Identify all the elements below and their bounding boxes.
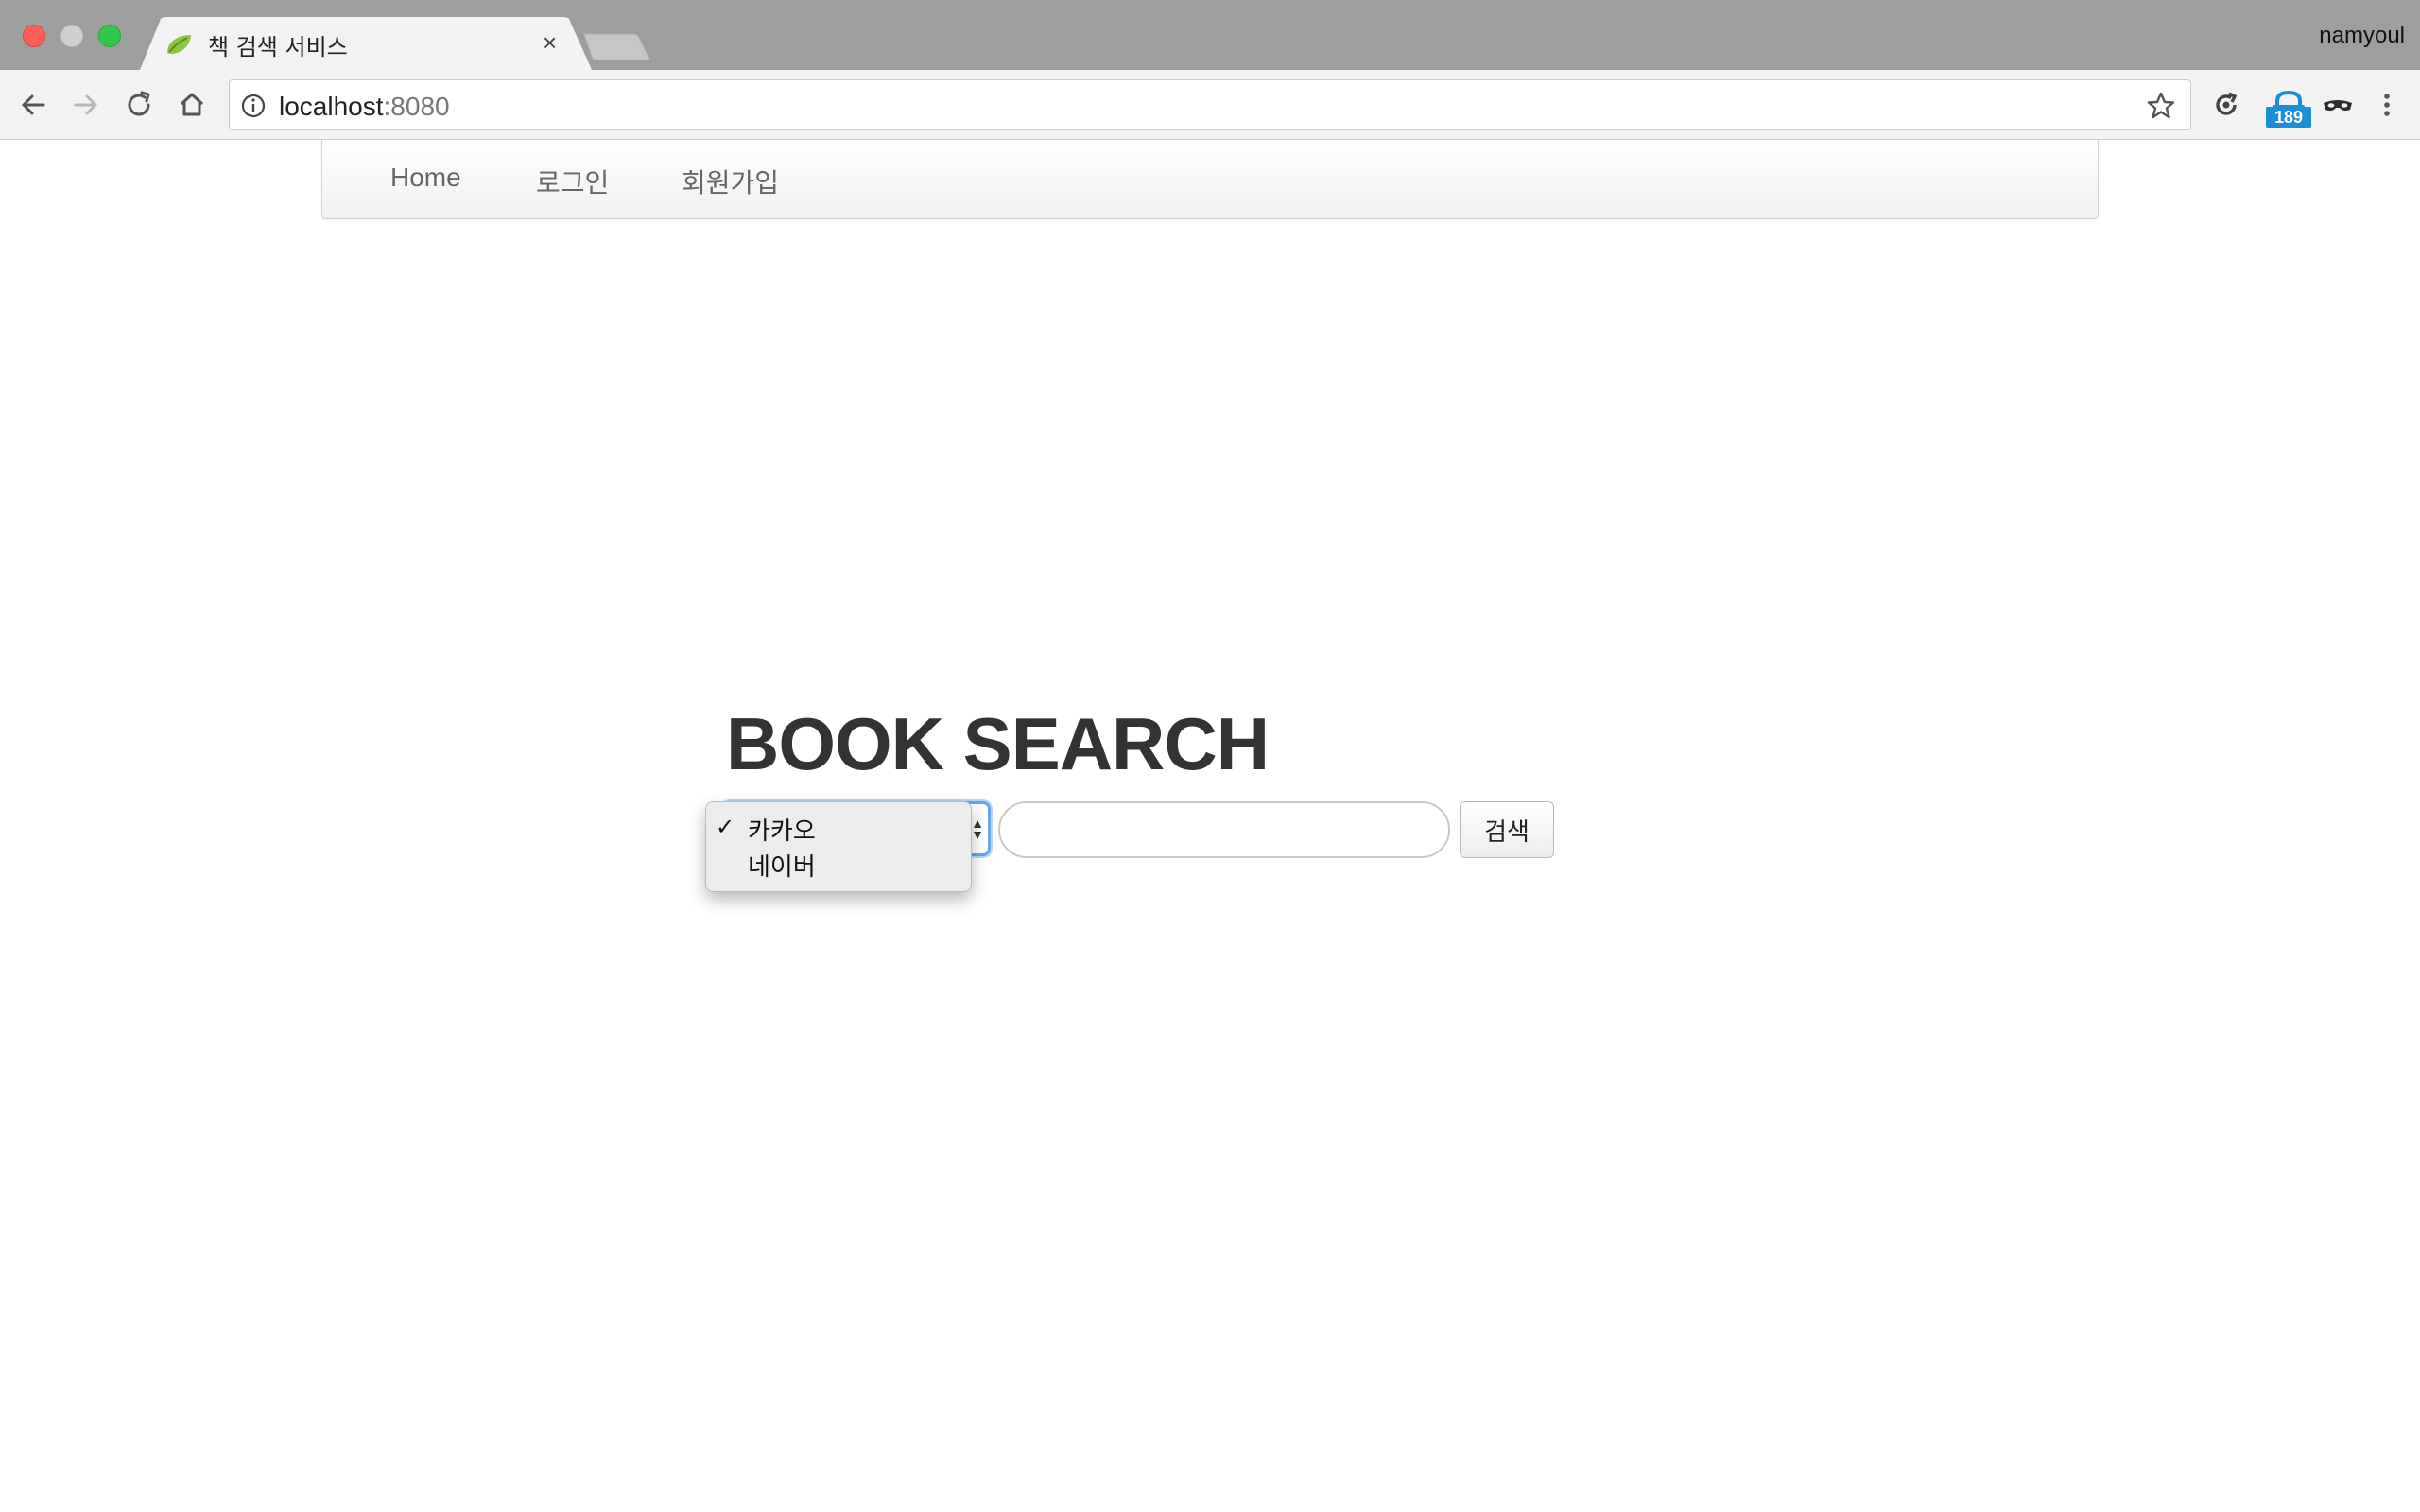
nav-signup-link[interactable]: 회원가입 [682,163,779,200]
search-input[interactable] [998,801,1450,858]
reload-icon[interactable] [121,87,157,123]
dropdown-option-kakao[interactable]: 카카오 [748,812,816,847]
window-close-button[interactable] [23,25,45,47]
url-port: :8080 [383,92,450,121]
checkmark-icon: ✓ [716,814,735,840]
nav-login-link[interactable]: 로그인 [536,163,609,200]
back-arrow-icon[interactable] [15,87,51,123]
select-arrows-icon: ▲ ▼ [971,816,984,842]
browser-toolbar: localhost:8080 [0,70,2420,140]
forward-arrow-icon[interactable] [68,87,104,123]
dropdown-option-naver[interactable]: 네이버 [748,848,816,883]
bookmark-star-icon[interactable] [2145,90,2177,122]
search-button[interactable]: 검색 [1460,801,1554,858]
search-source-dropdown: ✓ 카카오 네이버 [705,801,972,892]
browser-titlebar: 책 검색 서비스 × namyoul [0,0,2420,70]
url-host: localhost [279,92,384,121]
new-tab-button[interactable] [584,32,650,60]
home-icon[interactable] [174,87,210,123]
window-maximize-button[interactable] [98,25,121,47]
tab-close-icon[interactable]: × [543,28,557,57]
site-navbar: Home 로그인 회원가입 [321,140,2099,219]
address-bar[interactable]: localhost:8080 [229,79,2191,130]
incognito-mask-icon[interactable] [2320,87,2356,123]
browser-menu-icon[interactable] [2369,87,2405,123]
nav-home-link[interactable]: Home [390,163,461,193]
page-title: BOOK SEARCH [726,702,1270,785]
site-info-icon[interactable] [239,92,268,120]
extension-badge-count: 189 [2266,107,2311,128]
window-minimize-button[interactable] [60,25,83,47]
tab-title: 책 검색 서비스 [208,34,348,60]
spring-leaf-icon [167,35,191,54]
sync-extension-icon[interactable] [2208,87,2244,123]
profile-name[interactable]: namyoul [2319,23,2405,49]
browser-tab-active[interactable]: 책 검색 서비스 × [140,17,592,70]
address-url[interactable]: localhost:8080 [279,92,450,122]
